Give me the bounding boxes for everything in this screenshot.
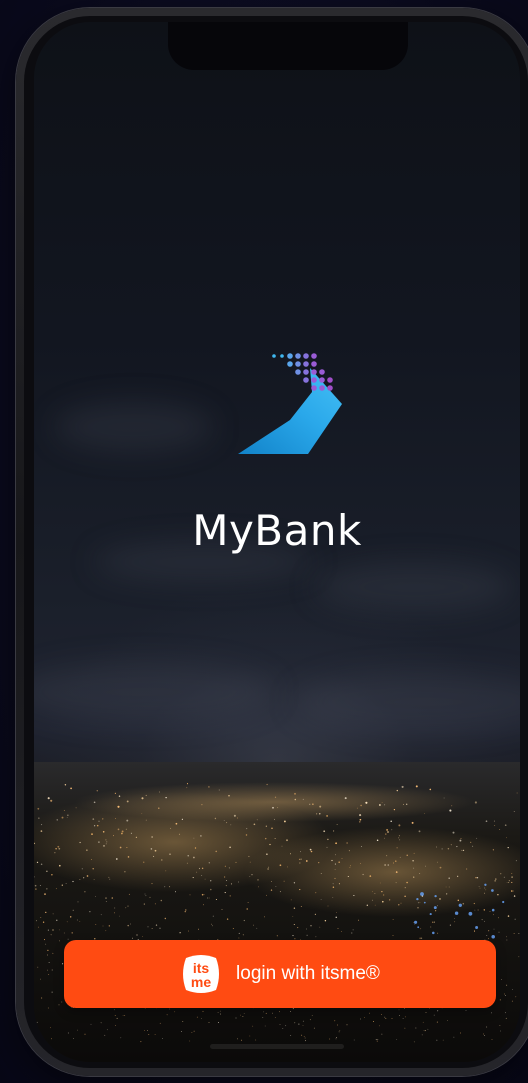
horizon-glow <box>34 582 520 782</box>
mybank-logo-icon <box>238 353 342 454</box>
app-screen: MyBank its me login with itsme® <box>34 22 520 1062</box>
cloud <box>54 402 214 452</box>
city-lights-image <box>34 762 520 1062</box>
home-indicator <box>210 1044 344 1049</box>
login-with-itsme-button[interactable]: its me login with itsme® <box>64 940 496 1008</box>
page-background: MyBank its me login with itsme® <box>0 0 528 1083</box>
itsme-badge-bottom: me <box>191 974 211 990</box>
itsme-logo-icon: its me <box>180 954 222 994</box>
login-button-label: login with itsme® <box>236 963 380 984</box>
app-title: MyBank <box>192 506 362 555</box>
phone-notch <box>168 22 408 70</box>
